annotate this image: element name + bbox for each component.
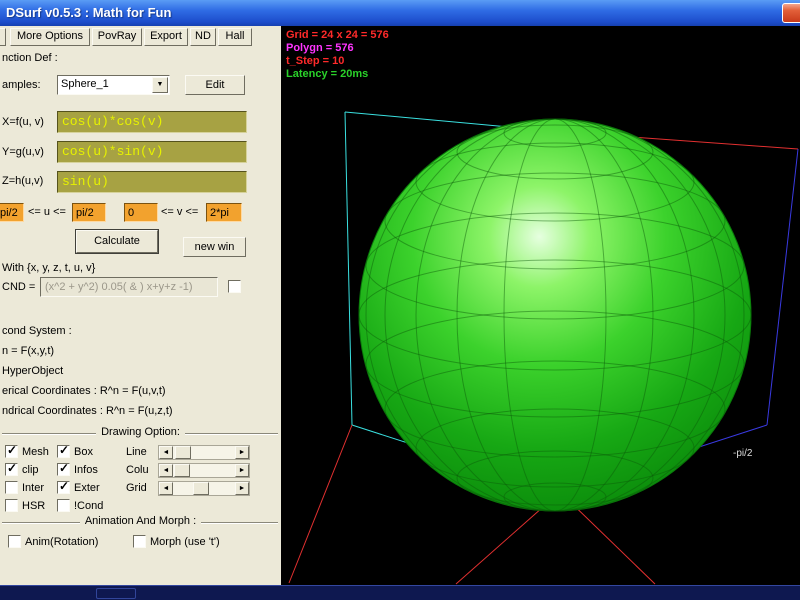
v-max-input[interactable]: 2*pi [206,203,242,222]
toolbar: More Options PovRay Export ND Hall [0,26,281,48]
toolbar-button-partial[interactable] [0,28,6,46]
hsr-label: HSR [22,500,45,512]
drawing-option-title: Drawing Option: [0,426,281,438]
spherical-coordinates-label: erical Coordinates : R^n = F(u,v,t) [2,385,166,397]
infos-label: Infos [74,464,98,476]
grid-label: Grid [126,482,147,494]
notcond-checkbox[interactable] [57,499,70,512]
x-equation-input[interactable]: cos(u)*cos(v) [57,111,247,133]
calculate-button[interactable]: Calculate [76,230,158,253]
cylindrical-coordinates-label: ndrical Coordinates : R^n = F(u,z,t) [2,405,173,417]
inter-label: Inter [22,482,44,494]
exter-checkbox[interactable] [57,481,70,494]
clip-label: clip [22,464,39,476]
mesh-checkbox[interactable] [5,445,18,458]
axis-label: -pi/2 [733,448,752,459]
fn-system-label: n = F(x,y,t) [2,345,54,357]
scroll-right-icon[interactable]: ► [235,464,249,477]
anim-rotation-label: Anim(Rotation) [25,536,98,548]
y-equation-input[interactable]: cos(u)*sin(v) [57,141,247,163]
examples-selected-value: Sphere_1 [61,78,109,90]
examples-select[interactable]: Sphere_1 ▼ [57,75,170,95]
u-range-label: <= u <= [28,206,66,218]
sphere-surface [359,119,751,511]
scroll-left-icon[interactable]: ◄ [159,464,173,477]
polygon-info-text: Polygn = 576 [286,42,389,55]
povray-button[interactable]: PovRay [92,28,142,46]
box-checkbox[interactable] [57,445,70,458]
infos-checkbox[interactable] [57,463,70,476]
control-panel: nction Def : amples: Sphere_1 ▼ Edit X=f… [0,48,281,585]
line-scrollbar[interactable]: ◄ ► [158,445,250,460]
grid-info-text: Grid = 24 x 24 = 576 [286,29,389,42]
scroll-left-icon[interactable]: ◄ [159,446,173,459]
u-min-input[interactable]: pi/2 [0,203,24,222]
u-max-input[interactable]: pi/2 [72,203,106,222]
dropdown-arrow-icon[interactable]: ▼ [152,77,168,93]
exter-label: Exter [74,482,100,494]
cnd-input[interactable]: (x^2 + y^2) 0.05( & ) x+y+z -1) [40,277,218,297]
hyperobject-label: HyperObject [2,365,63,377]
viewport-info: Grid = 24 x 24 = 576 Polygn = 576 t_Step… [286,29,389,81]
notcond-label: !Cond [74,500,103,512]
v-range-label: <= v <= [161,206,198,218]
line-label: Line [126,446,147,458]
v-min-input[interactable]: 0 [124,203,158,222]
anim-rotation-checkbox[interactable] [8,535,21,548]
more-options-button[interactable]: More Options [10,28,90,46]
hsr-checkbox[interactable] [5,499,18,512]
tstep-info-text: t_Step = 10 [286,55,389,68]
examples-label: amples: [2,79,41,91]
new-win-button[interactable]: new win [183,237,246,257]
hall-button[interactable]: Hall [218,28,252,46]
latency-info-text: Latency = 20ms [286,68,389,81]
mesh-label: Mesh [22,446,49,458]
animation-title: Animation And Morph : [0,515,281,527]
sphere-render-canvas[interactable] [281,26,800,585]
scroll-right-icon[interactable]: ► [235,482,249,495]
viewport-3d[interactable]: Grid = 24 x 24 = 576 Polygn = 576 t_Step… [281,26,800,585]
scroll-left-icon[interactable]: ◄ [159,482,173,495]
close-button[interactable] [782,3,800,23]
cnd-checkbox[interactable] [228,280,241,293]
grid-scrollbar[interactable]: ◄ ► [158,481,250,496]
app-window: DSurf v0.5.3 : Math for Fun More Options… [0,0,800,600]
with-vars-label: With {x, y, z, t, u, v} [2,262,95,274]
nd-button[interactable]: ND [190,28,216,46]
second-system-label: cond System : [2,325,72,337]
edit-button[interactable]: Edit [185,75,245,95]
taskbar [0,585,800,600]
y-equation-label: Y=g(u,v) [2,146,44,158]
scroll-right-icon[interactable]: ► [235,446,249,459]
clip-checkbox[interactable] [5,463,18,476]
colu-scrollbar[interactable]: ◄ ► [158,463,250,478]
colu-label: Colu [126,464,149,476]
export-button[interactable]: Export [144,28,188,46]
inter-checkbox[interactable] [5,481,18,494]
morph-label: Morph (use 't') [150,536,220,548]
titlebar[interactable]: DSurf v0.5.3 : Math for Fun [0,0,800,26]
line-scroll-thumb[interactable] [175,446,191,459]
cnd-label: CND = [2,281,35,293]
function-def-label: nction Def : [2,52,58,64]
morph-checkbox[interactable] [133,535,146,548]
taskbar-item[interactable] [96,588,136,599]
grid-scroll-thumb[interactable] [193,482,209,495]
window-title: DSurf v0.5.3 : Math for Fun [6,5,171,20]
box-label: Box [74,446,93,458]
z-equation-label: Z=h(u,v) [2,175,43,187]
x-equation-label: X=f(u, v) [2,116,44,128]
colu-scroll-thumb[interactable] [174,464,190,477]
z-equation-input[interactable]: sin(u) [57,171,247,193]
